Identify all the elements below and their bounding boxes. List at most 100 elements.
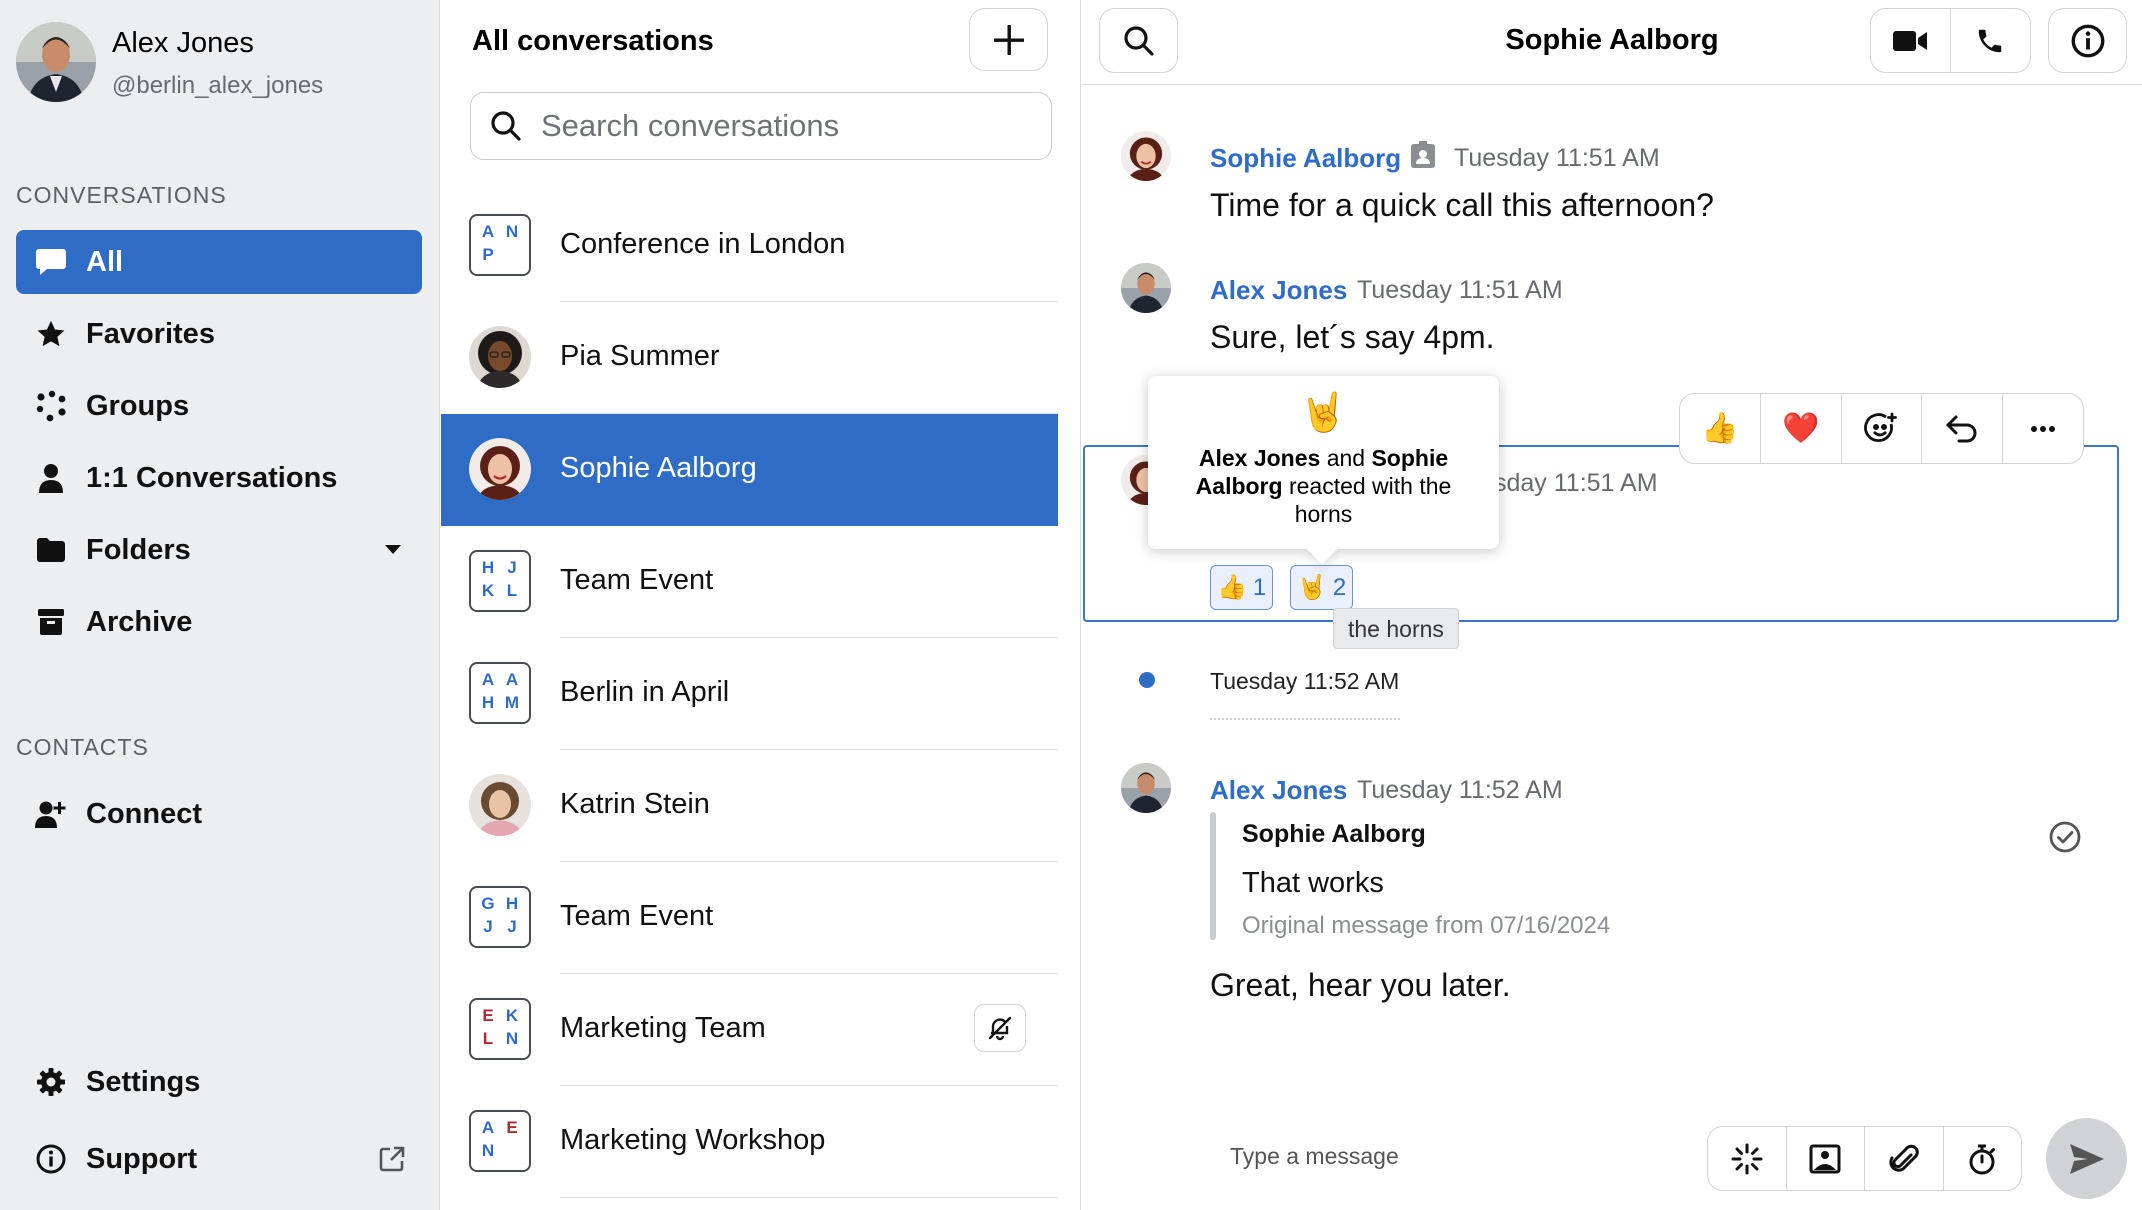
group-avatar: AEN bbox=[469, 1110, 531, 1172]
send-button[interactable] bbox=[2046, 1118, 2127, 1199]
initial: K bbox=[481, 581, 495, 600]
initial: A bbox=[481, 222, 495, 241]
sidebar-item-settings[interactable]: Settings bbox=[16, 1050, 422, 1114]
divider bbox=[1210, 718, 1400, 720]
heart-icon: ❤️ bbox=[1782, 412, 1820, 445]
quote-sender: Sophie Aalborg bbox=[1242, 820, 1426, 848]
message-timestamp: Tuesday 11:51 AM bbox=[1357, 276, 1563, 304]
conversation-name: Pia Summer bbox=[560, 340, 720, 372]
group-avatar: EKLN bbox=[469, 998, 531, 1060]
paperclip-icon bbox=[1889, 1143, 1919, 1175]
quote-text: That works bbox=[1242, 867, 1384, 899]
message-sender[interactable]: Sophie Aalborg bbox=[1210, 143, 1401, 174]
message-input[interactable] bbox=[1230, 1143, 1670, 1170]
quote-bar bbox=[1210, 812, 1216, 940]
conversation-row[interactable]: ANP Conference in London bbox=[441, 190, 1058, 302]
archive-icon bbox=[16, 590, 86, 654]
conversation-name: Berlin in April bbox=[560, 676, 730, 708]
sidebar-item-favorites[interactable]: Favorites bbox=[16, 302, 422, 366]
message-text: Great, hear you later. bbox=[1210, 967, 1511, 1003]
message-timestamp: Tuesday 11:51 AM bbox=[1454, 144, 1660, 172]
video-call-button[interactable] bbox=[1871, 9, 1951, 72]
page-title: All conversations bbox=[472, 25, 714, 57]
horns-icon: 🤘 bbox=[1299, 392, 1348, 434]
message-timestamp: Tuesday 11:52 AM bbox=[1357, 776, 1563, 804]
composer bbox=[1082, 1100, 2142, 1210]
avatar[interactable] bbox=[1121, 263, 1171, 313]
initial: L bbox=[482, 1029, 494, 1048]
conversation-row[interactable]: Katrin Stein bbox=[441, 750, 1058, 862]
sidebar-item-archive[interactable]: Archive bbox=[16, 590, 422, 654]
info-icon bbox=[16, 1127, 86, 1191]
conversation-row[interactable]: AAHM Berlin in April bbox=[441, 638, 1058, 750]
info-icon bbox=[2071, 24, 2105, 58]
sidebar-item-folders[interactable]: Folders bbox=[16, 518, 422, 582]
initial: A bbox=[505, 670, 519, 689]
conversation-row[interactable]: GHJJ Team Event bbox=[441, 862, 1058, 974]
image-button[interactable] bbox=[1787, 1127, 1865, 1190]
search-box[interactable] bbox=[470, 92, 1052, 160]
initial: H bbox=[481, 693, 495, 712]
more-options-button[interactable] bbox=[2003, 394, 2083, 463]
conversation-name: Marketing Workshop bbox=[560, 1124, 826, 1156]
call-buttons bbox=[1870, 8, 2031, 73]
conversation-row[interactable]: Sophie Aalborg bbox=[441, 414, 1058, 526]
initial bbox=[500, 1141, 524, 1164]
avatar bbox=[469, 326, 531, 388]
sidebar-item-one-to-one[interactable]: 1:1 Conversations bbox=[16, 446, 422, 510]
conversation-row[interactable]: AEN Marketing Workshop bbox=[441, 1086, 1058, 1198]
avatar[interactable] bbox=[1121, 763, 1171, 813]
conversation-row[interactable]: EKLN Marketing Team bbox=[441, 974, 1058, 1086]
message-sender[interactable]: Alex Jones bbox=[1210, 275, 1347, 306]
reaction-count: 1 bbox=[1252, 573, 1267, 601]
react-thumbs-up-button[interactable]: 👍 bbox=[1680, 394, 1761, 463]
conversation-row[interactable]: HJKL Team Event bbox=[441, 526, 1058, 638]
sidebar-item-label: Connect bbox=[86, 797, 202, 830]
conversation-name: Team Event bbox=[560, 564, 714, 596]
initial: A bbox=[481, 670, 495, 689]
sidebar-item-label: Folders bbox=[86, 533, 191, 566]
sidebar-item-all[interactable]: All bbox=[16, 230, 422, 294]
sidebar-item-connect[interactable]: Connect bbox=[16, 782, 422, 846]
message-action-bar: 👍 ❤️ bbox=[1679, 393, 2084, 464]
initial: P bbox=[482, 245, 494, 264]
reply-button[interactable] bbox=[1922, 394, 2004, 463]
sidebar-item-support[interactable]: Support bbox=[16, 1127, 422, 1191]
attach-button[interactable] bbox=[1865, 1127, 1944, 1190]
sidebar: Alex Jones @berlin_alex_jones CONVERSATI… bbox=[0, 0, 440, 1210]
sidebar-item-label: Favorites bbox=[86, 317, 215, 350]
image-icon bbox=[1809, 1144, 1841, 1174]
sparkle-button[interactable] bbox=[1708, 1127, 1787, 1190]
tooltip-rest: reacted with the horns bbox=[1288, 473, 1452, 527]
new-conversation-button[interactable] bbox=[969, 8, 1048, 71]
reaction-count: 2 bbox=[1332, 573, 1347, 601]
add-reaction-button[interactable] bbox=[1842, 394, 1923, 463]
message-sender[interactable]: Alex Jones bbox=[1210, 775, 1347, 806]
conversations-heading: CONVERSATIONS bbox=[16, 182, 227, 208]
reaction-thumbs-up[interactable]: 👍 1 bbox=[1210, 565, 1274, 610]
user-handle: @berlin_alex_jones bbox=[112, 72, 324, 99]
contact-card-icon bbox=[1410, 141, 1436, 169]
chevron-down-icon[interactable] bbox=[384, 544, 402, 556]
reaction-horns[interactable]: 🤘 2 bbox=[1290, 565, 1354, 610]
react-heart-button[interactable]: ❤️ bbox=[1761, 394, 1842, 463]
emoji-add-icon bbox=[1864, 412, 1898, 446]
conversation-name: Marketing Team bbox=[560, 1012, 766, 1044]
sidebar-item-groups[interactable]: Groups bbox=[16, 374, 422, 438]
search-input[interactable] bbox=[541, 108, 1021, 144]
chat-info-button[interactable] bbox=[2048, 8, 2127, 73]
stopwatch-icon bbox=[1967, 1143, 1997, 1175]
avatar[interactable] bbox=[1121, 131, 1171, 181]
mute-button[interactable] bbox=[974, 1004, 1026, 1052]
initial: N bbox=[481, 1141, 495, 1160]
initial: K bbox=[505, 1006, 519, 1025]
chat-header: Sophie Aalborg bbox=[1082, 0, 2142, 85]
timer-button[interactable] bbox=[1944, 1127, 2022, 1190]
sparkle-icon bbox=[1730, 1142, 1764, 1176]
avatar[interactable] bbox=[16, 22, 96, 102]
conversation-name: Team Event bbox=[560, 900, 714, 932]
group-avatar: ANP bbox=[469, 214, 531, 276]
conversation-row[interactable]: Pia Summer bbox=[441, 302, 1058, 414]
composer-tools bbox=[1707, 1126, 2022, 1191]
voice-call-button[interactable] bbox=[1951, 9, 2031, 72]
